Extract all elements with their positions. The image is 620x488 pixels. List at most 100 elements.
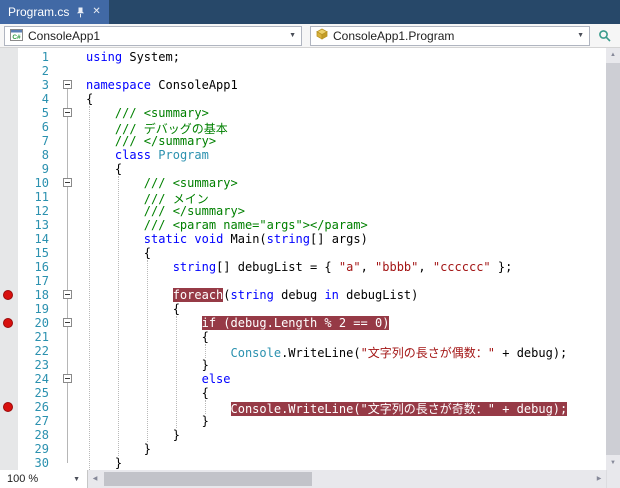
breakpoint-margin[interactable]: [0, 372, 18, 386]
code-text[interactable]: {: [80, 330, 606, 344]
project-dropdown[interactable]: C# ConsoleApp1 ▼: [4, 25, 302, 46]
breakpoint-margin[interactable]: [0, 64, 18, 78]
vs-editor-window: Program.cs ✕ C# ConsoleApp1 ▼ ConsoleApp…: [0, 0, 620, 488]
breakpoint-margin[interactable]: [0, 176, 18, 190]
breakpoint-margin[interactable]: [0, 260, 18, 274]
code-token: "cccccc": [432, 260, 491, 274]
breakpoint-margin[interactable]: [0, 162, 18, 176]
code-token: }: [86, 358, 209, 372]
code-text[interactable]: /// <summary>: [80, 176, 606, 190]
breakpoint-margin[interactable]: [0, 428, 18, 442]
code-text[interactable]: foreach(string debug in debugList): [80, 288, 606, 302]
breakpoint-margin[interactable]: [0, 400, 18, 414]
code-text[interactable]: class Program: [80, 148, 606, 162]
breakpoint-margin[interactable]: [0, 386, 18, 400]
breakpoint-margin[interactable]: [0, 134, 18, 148]
line-number: 22: [34, 344, 49, 358]
fold-collapse-toggle[interactable]: [63, 318, 72, 327]
fold-collapse-toggle[interactable]: [63, 374, 72, 383]
breakpoint-margin[interactable]: [0, 218, 18, 232]
breakpoint-margin[interactable]: [0, 50, 18, 64]
vertical-scrollbar-thumb[interactable]: [606, 63, 620, 455]
horizontal-scrollbar[interactable]: ◀ ▶: [88, 470, 606, 488]
breakpoint-margin[interactable]: [0, 246, 18, 260]
breakpoint-margin[interactable]: [0, 456, 18, 470]
scroll-down-icon[interactable]: ▼: [606, 456, 620, 470]
fold-margin: [56, 232, 80, 246]
close-icon[interactable]: ✕: [92, 7, 100, 17]
code-text[interactable]: {: [80, 246, 606, 260]
line-number: 21: [34, 330, 49, 344]
code-line: 29 }: [0, 442, 606, 456]
breakpoint-margin[interactable]: [0, 274, 18, 288]
line-number: 5: [41, 106, 49, 120]
vertical-scrollbar[interactable]: ▲ ▼: [606, 48, 620, 470]
tab-program-cs[interactable]: Program.cs ✕: [0, 0, 109, 24]
breakpoint-dot[interactable]: [3, 402, 13, 412]
zoom-control[interactable]: 100 % ▼: [0, 470, 88, 488]
code-text[interactable]: [80, 274, 606, 288]
breakpoint-margin[interactable]: [0, 190, 18, 204]
pin-icon[interactable]: [76, 7, 85, 18]
breakpoint-margin[interactable]: [0, 288, 18, 302]
code-text[interactable]: string[] debugList = { "a", "bbbb", "ccc…: [80, 260, 606, 274]
code-text[interactable]: /// <param name="args"></param>: [80, 218, 606, 232]
code-text[interactable]: }: [80, 358, 606, 372]
code-text[interactable]: /// メイン: [80, 190, 606, 206]
breakpoint-dot[interactable]: [3, 290, 13, 300]
breakpoint-margin[interactable]: [0, 358, 18, 372]
code-text[interactable]: /// </summary>: [80, 134, 606, 148]
code-text[interactable]: {: [80, 162, 606, 176]
code-token: };: [490, 260, 513, 274]
line-number: 25: [34, 386, 49, 400]
code-line: 10 /// <summary>: [0, 176, 606, 190]
fold-collapse-toggle[interactable]: [63, 290, 72, 299]
breakpoint-margin[interactable]: [0, 442, 18, 456]
code-text[interactable]: static void Main(string[] args): [80, 232, 606, 246]
chevron-down-icon: ▼: [73, 475, 80, 483]
breakpoint-margin[interactable]: [0, 204, 18, 218]
code-text[interactable]: Console.WriteLine("文字列の長さが奇数：" + debug);: [80, 400, 606, 416]
code-text[interactable]: {: [80, 302, 606, 316]
breakpoint-margin[interactable]: [0, 120, 18, 134]
fold-collapse-toggle[interactable]: [63, 80, 72, 89]
code-text[interactable]: {: [80, 92, 606, 106]
breakpoint-margin[interactable]: [0, 344, 18, 358]
breakpoint-margin[interactable]: [0, 316, 18, 330]
code-text[interactable]: /// </summary>: [80, 204, 606, 218]
breakpoint-margin[interactable]: [0, 92, 18, 106]
scroll-up-icon[interactable]: ▲: [606, 48, 620, 62]
code-text[interactable]: }: [80, 414, 606, 428]
code-text[interactable]: Console.WriteLine("文字列の長さが偶数：" + debug);: [80, 344, 606, 360]
horizontal-scrollbar-thumb[interactable]: [104, 472, 312, 486]
fold-collapse-toggle[interactable]: [63, 178, 72, 187]
code-text[interactable]: using System;: [80, 50, 606, 64]
code-text[interactable]: else: [80, 372, 606, 386]
breakpoint-margin[interactable]: [0, 414, 18, 428]
breakpoint-margin[interactable]: [0, 232, 18, 246]
code-text[interactable]: }: [80, 442, 606, 456]
code-text[interactable]: }: [80, 428, 606, 442]
line-number: 4: [41, 92, 49, 106]
member-dropdown[interactable]: ConsoleApp1.Program ▼: [310, 25, 590, 46]
code-text[interactable]: [80, 64, 606, 78]
code-text[interactable]: namespace ConsoleApp1: [80, 78, 606, 92]
breakpoint-margin[interactable]: [0, 78, 18, 92]
breakpoint-margin[interactable]: [0, 106, 18, 120]
code-text[interactable]: {: [80, 386, 606, 400]
code-text[interactable]: if (debug.Length % 2 == 0): [80, 316, 606, 330]
fold-collapse-toggle[interactable]: [63, 108, 72, 117]
scroll-left-icon[interactable]: ◀: [88, 470, 102, 488]
breakpoint-dot[interactable]: [3, 318, 13, 328]
code-text[interactable]: }: [80, 456, 606, 470]
fold-margin: [56, 120, 80, 134]
project-dropdown-value: ConsoleApp1: [28, 28, 101, 43]
breakpoint-margin[interactable]: [0, 330, 18, 344]
breakpoint-margin[interactable]: [0, 148, 18, 162]
code-editor[interactable]: 1 using System; 2 3 namespace ConsoleApp1 4{5…: [0, 48, 606, 470]
navigate-search-icon[interactable]: [598, 29, 612, 43]
scroll-right-icon[interactable]: ▶: [592, 470, 606, 488]
code-text[interactable]: /// デバッグの基本: [80, 120, 606, 136]
code-text[interactable]: /// <summary>: [80, 106, 606, 120]
breakpoint-margin[interactable]: [0, 302, 18, 316]
